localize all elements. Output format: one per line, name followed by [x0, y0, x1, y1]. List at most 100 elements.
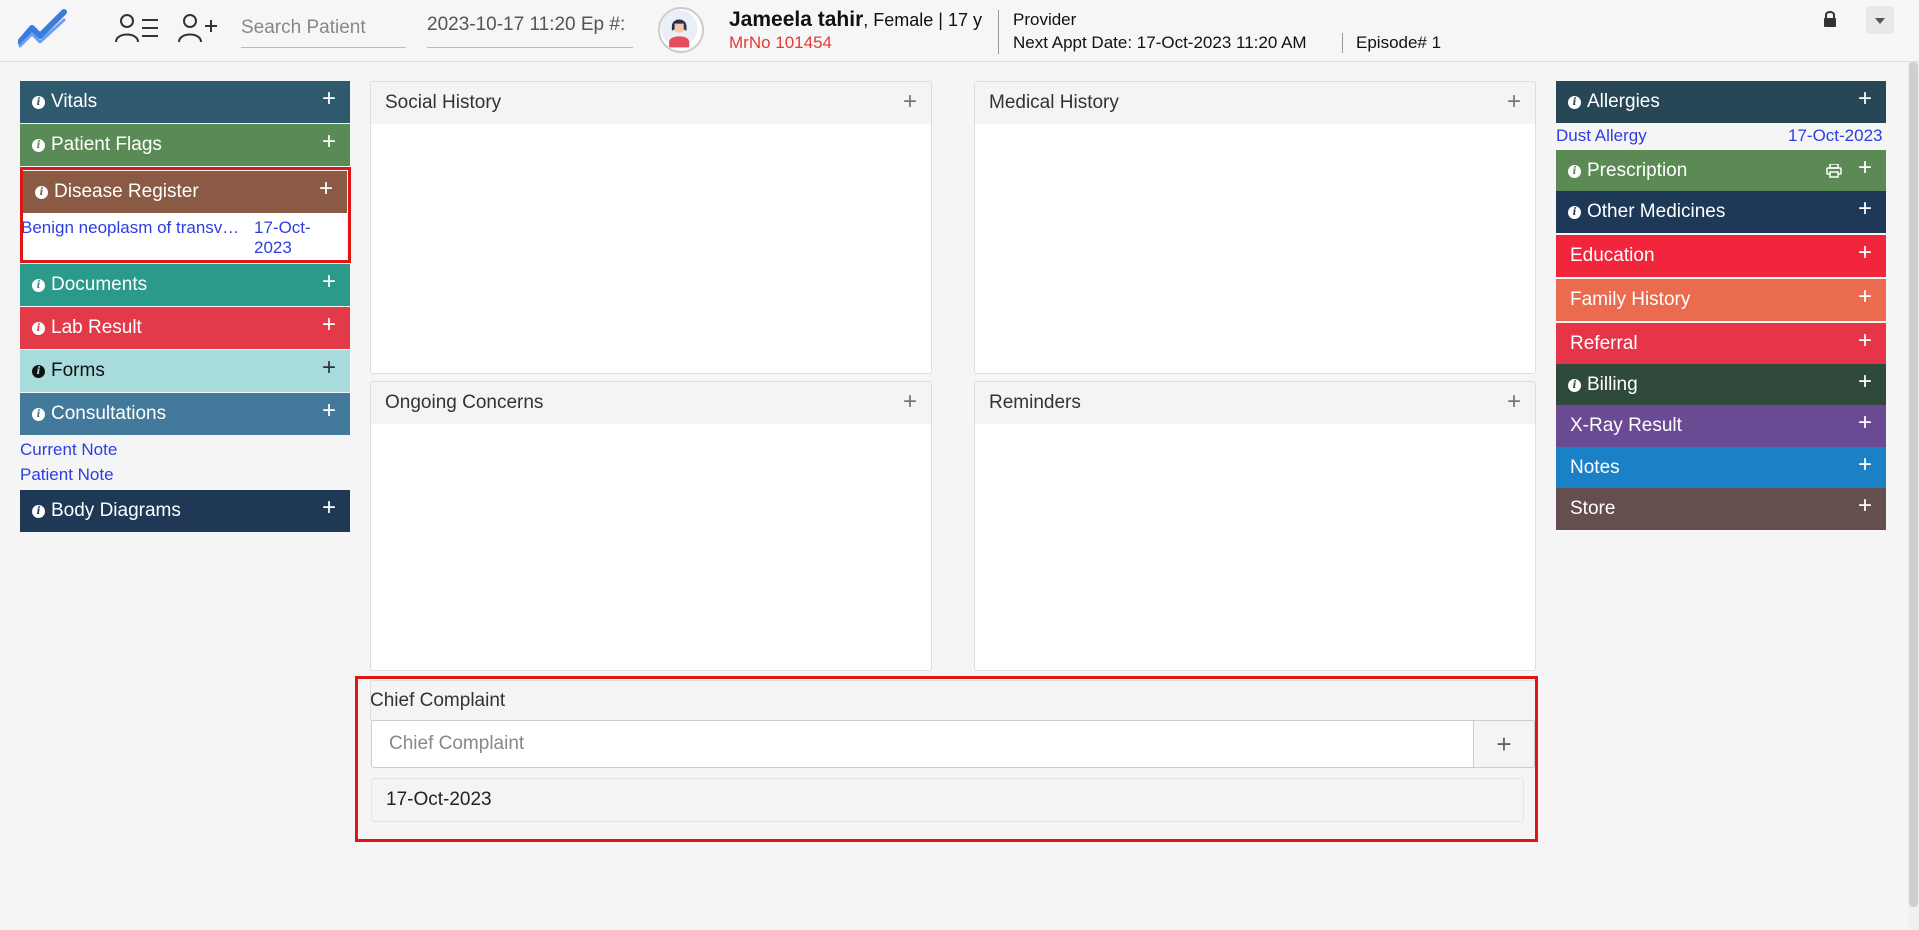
lock-icon[interactable] — [1822, 10, 1838, 28]
patient-name: Jameela tahir, Female | 17 y — [729, 8, 982, 31]
family-history-panel-header[interactable]: Family History + — [1556, 279, 1886, 321]
add-xray-result-icon[interactable]: + — [1858, 411, 1872, 435]
add-medical-history-icon[interactable]: + — [1507, 88, 1521, 116]
education-title: Education — [1570, 245, 1655, 266]
xray-result-title: X-Ray Result — [1570, 415, 1682, 436]
add-patient-flag-icon[interactable]: + — [322, 130, 336, 154]
patient-flags-title: Patient Flags — [51, 134, 162, 155]
allergies-panel-header[interactable]: i Allergies + — [1556, 81, 1886, 123]
add-billing-icon[interactable]: + — [1858, 370, 1872, 394]
billing-panel-header[interactable]: i Billing + — [1556, 364, 1886, 406]
info-icon[interactable]: i — [32, 138, 45, 152]
body-diagrams-title: Body Diagrams — [51, 500, 181, 521]
add-body-diagram-icon[interactable]: + — [322, 496, 336, 520]
medical-history-card: Medical History + — [974, 81, 1536, 374]
search-patient-input[interactable] — [241, 8, 406, 48]
patient-flags-panel-header[interactable]: i Patient Flags + — [20, 124, 350, 166]
add-referral-icon[interactable]: + — [1858, 329, 1872, 353]
documents-panel-header[interactable]: i Documents + — [20, 264, 350, 306]
reminders-header: Reminders + — [975, 382, 1535, 424]
info-icon[interactable]: i — [32, 95, 45, 109]
allergy-item-date: 17-Oct-2023 — [1788, 126, 1883, 145]
medical-history-title: Medical History — [989, 92, 1119, 113]
vitals-panel-header[interactable]: i Vitals + — [20, 81, 350, 123]
add-education-icon[interactable]: + — [1858, 241, 1872, 265]
other-medicines-title: Other Medicines — [1587, 201, 1726, 222]
print-icon[interactable] — [1826, 164, 1842, 178]
add-document-icon[interactable]: + — [322, 270, 336, 294]
next-appointment: Next Appt Date: 17-Oct-2023 11:20 AM — [1013, 33, 1307, 52]
body-diagrams-panel-header[interactable]: i Body Diagrams + — [20, 490, 350, 532]
page-scrollbar-thumb[interactable] — [1909, 62, 1918, 907]
other-medicines-panel-header[interactable]: i Other Medicines + — [1556, 191, 1886, 233]
top-bar: 2023-10-17 11:20 Ep #: Jameela tahir, Fe… — [0, 0, 1919, 62]
info-icon[interactable]: i — [32, 321, 45, 335]
ongoing-concerns-title: Ongoing Concerns — [385, 392, 544, 413]
episode-number: Episode# 1 — [1356, 33, 1442, 52]
forms-title: Forms — [51, 360, 105, 381]
add-form-icon[interactable]: + — [322, 356, 336, 380]
add-reminder-icon[interactable]: + — [1507, 388, 1521, 416]
add-vitals-icon[interactable]: + — [322, 87, 336, 111]
consultations-panel-header[interactable]: i Consultations + — [20, 393, 350, 435]
notes-title: Notes — [1570, 457, 1620, 478]
store-panel-header[interactable]: Store + — [1556, 488, 1886, 530]
medical-history-header: Medical History + — [975, 82, 1535, 124]
divider — [998, 10, 999, 54]
lab-result-panel-header[interactable]: i Lab Result + — [20, 307, 350, 349]
user-menu-dropdown[interactable] — [1866, 6, 1894, 34]
divider — [1342, 33, 1343, 53]
patient-avatar — [658, 7, 704, 53]
provider-label: Provider — [1013, 10, 1077, 29]
info-icon[interactable]: i — [32, 364, 45, 378]
episode-select[interactable]: 2023-10-17 11:20 Ep #: — [427, 8, 633, 48]
add-other-medicine-icon[interactable]: + — [1858, 197, 1872, 221]
reminders-card: Reminders + — [974, 381, 1536, 671]
consultations-title: Consultations — [51, 403, 167, 424]
add-patient-icon[interactable] — [178, 12, 222, 44]
social-history-card: Social History + — [370, 81, 932, 374]
add-family-history-icon[interactable]: + — [1858, 285, 1872, 309]
patient-mrno: MrNo 101454 — [729, 33, 833, 52]
current-note-link[interactable]: Current Note — [20, 440, 117, 460]
xray-result-panel-header[interactable]: X-Ray Result + — [1556, 405, 1886, 447]
education-panel-header[interactable]: Education + — [1556, 235, 1886, 277]
reminders-title: Reminders — [989, 392, 1081, 413]
family-history-title: Family History — [1570, 289, 1691, 310]
info-icon[interactable]: i — [32, 504, 45, 518]
add-social-history-icon[interactable]: + — [903, 88, 917, 116]
info-icon[interactable]: i — [1568, 378, 1581, 392]
info-icon[interactable]: i — [32, 407, 45, 421]
store-title: Store — [1570, 498, 1616, 519]
add-store-icon[interactable]: + — [1858, 494, 1872, 518]
lab-result-title: Lab Result — [51, 317, 142, 338]
patient-note-link[interactable]: Patient Note — [20, 465, 114, 485]
ongoing-concerns-card: Ongoing Concerns + — [370, 381, 932, 671]
highlight-box — [355, 676, 1538, 842]
info-icon[interactable]: i — [1568, 95, 1581, 109]
app-logo-icon[interactable] — [18, 8, 68, 48]
add-allergy-icon[interactable]: + — [1858, 87, 1872, 111]
allergies-title: Allergies — [1587, 91, 1660, 112]
add-note-icon[interactable]: + — [1858, 453, 1872, 477]
allergy-item-link[interactable]: Dust Allergy — [1556, 126, 1647, 146]
add-prescription-icon[interactable]: + — [1858, 156, 1872, 180]
vitals-title: Vitals — [51, 91, 98, 112]
social-history-header: Social History + — [371, 82, 931, 124]
add-consultation-icon[interactable]: + — [322, 399, 336, 423]
info-icon[interactable]: i — [1568, 164, 1581, 178]
social-history-title: Social History — [385, 92, 502, 113]
referral-panel-header[interactable]: Referral + — [1556, 323, 1886, 365]
patient-list-icon[interactable] — [115, 12, 159, 44]
add-lab-result-icon[interactable]: + — [322, 313, 336, 337]
notes-panel-header[interactable]: Notes + — [1556, 447, 1886, 489]
forms-panel-header[interactable]: i Forms + — [20, 350, 350, 392]
prescription-panel-header[interactable]: i Prescription + — [1556, 150, 1886, 192]
info-icon[interactable]: i — [32, 278, 45, 292]
add-ongoing-concern-icon[interactable]: + — [903, 388, 917, 416]
patient-details: , Female | 17 y — [863, 10, 982, 30]
info-icon[interactable]: i — [1568, 205, 1581, 219]
patient-avatar-icon — [660, 9, 698, 48]
billing-title: Billing — [1587, 374, 1638, 395]
prescription-title: Prescription — [1587, 160, 1688, 181]
